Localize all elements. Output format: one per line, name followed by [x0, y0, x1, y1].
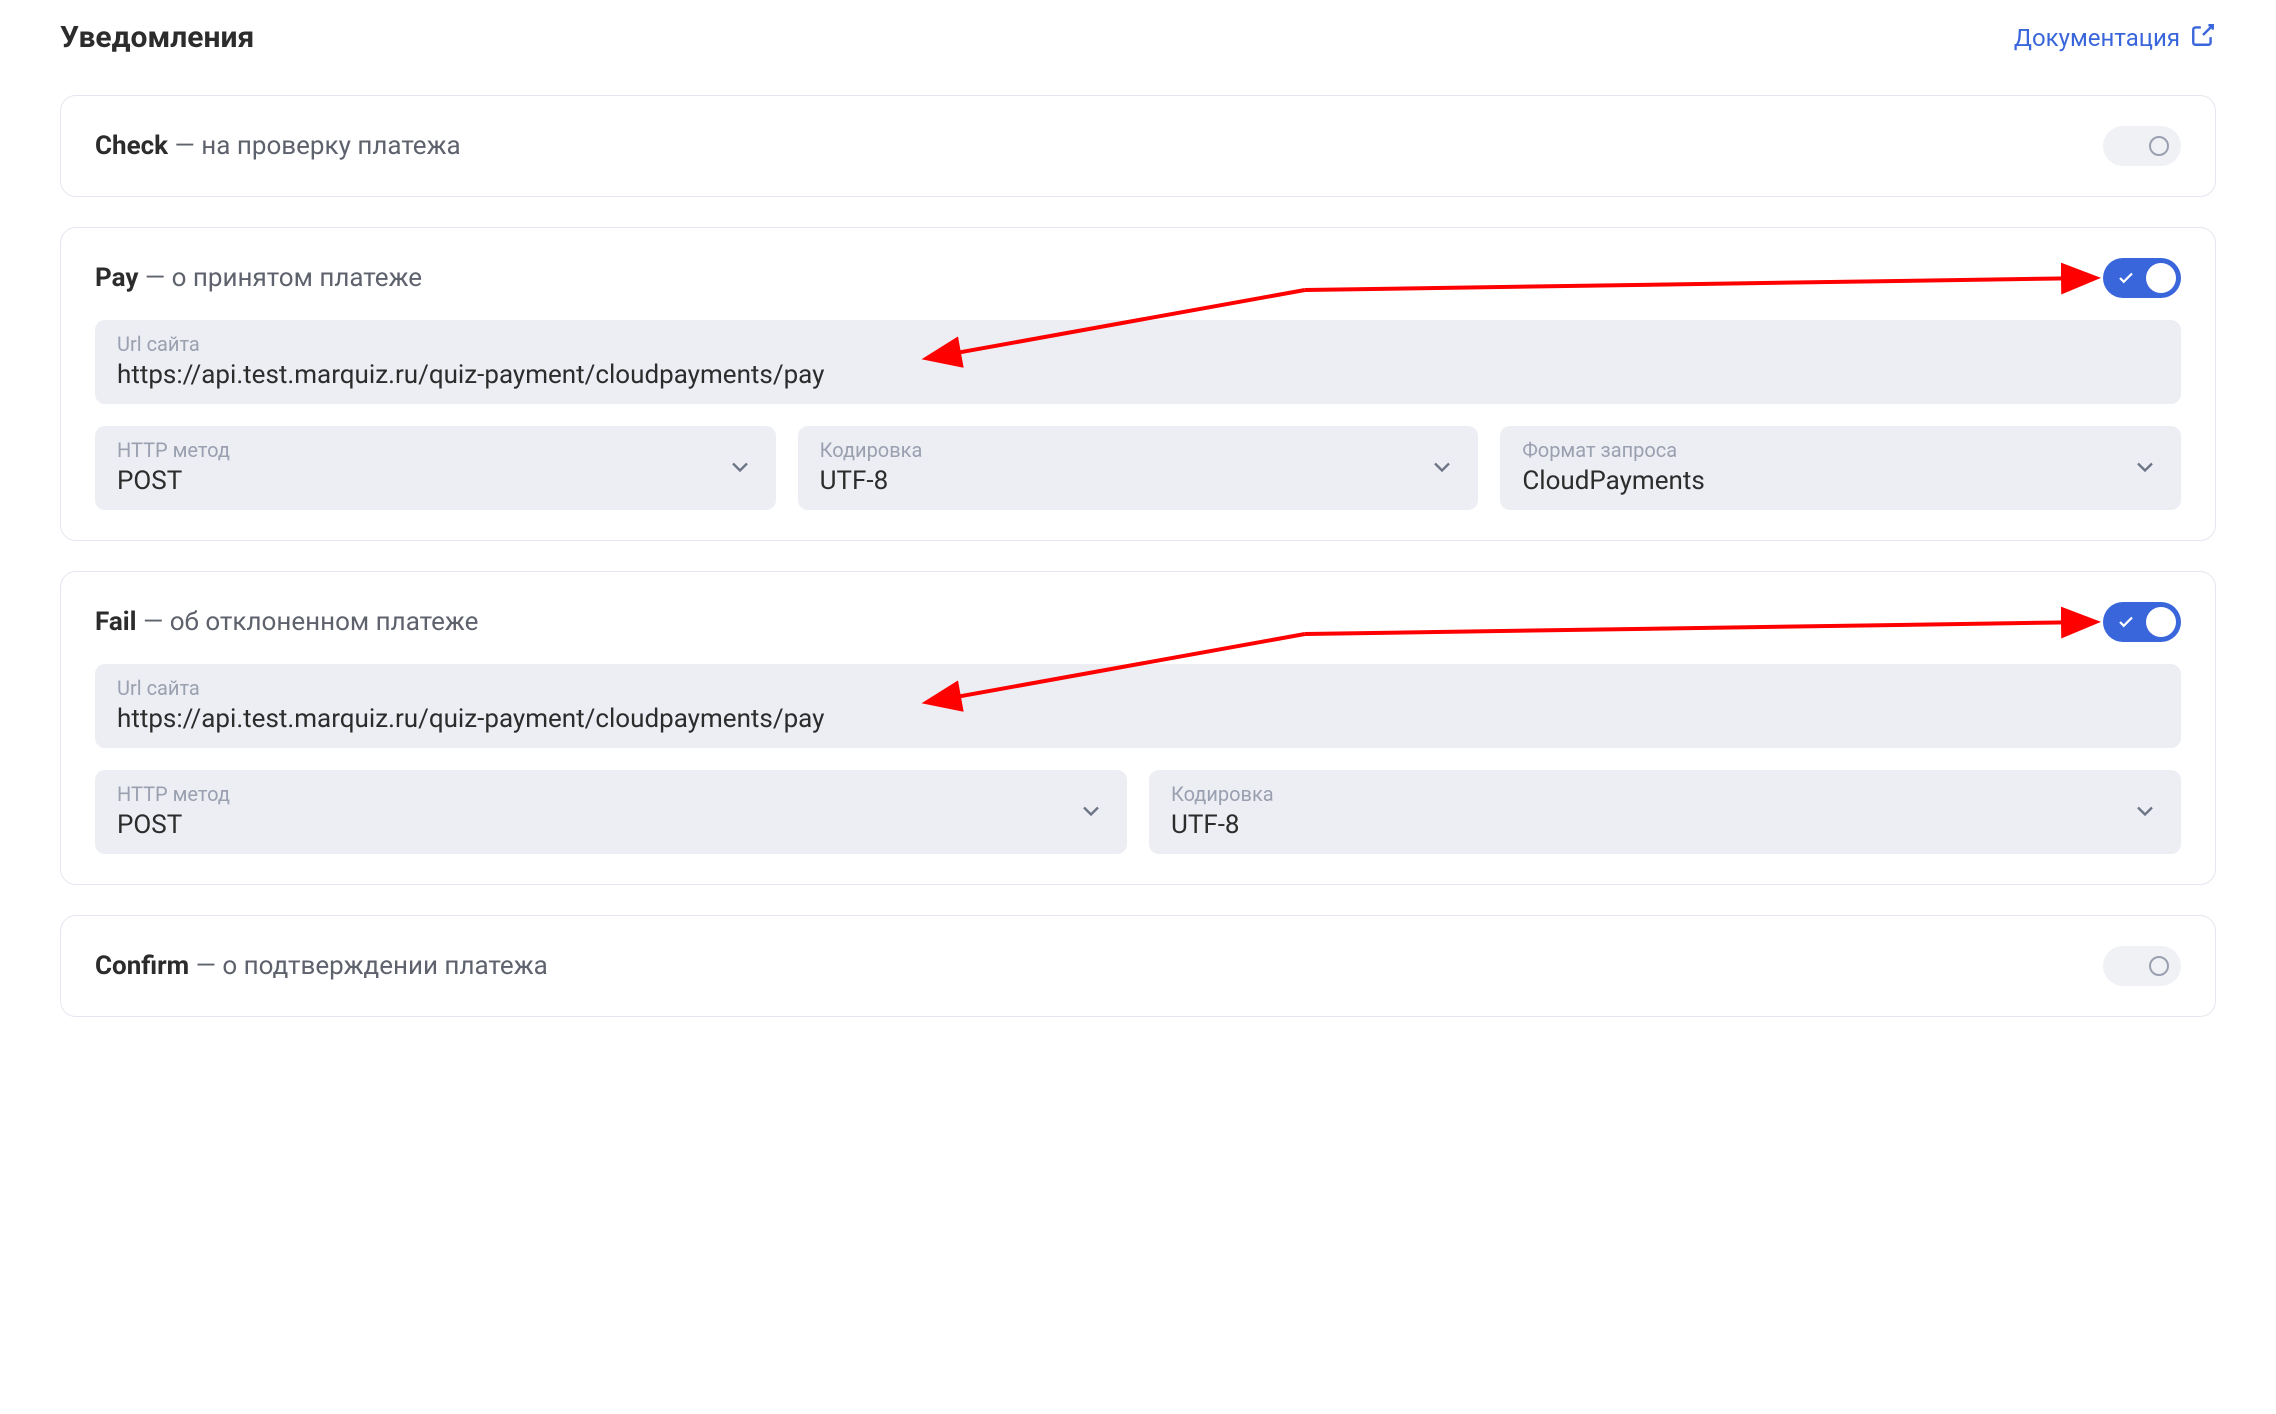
confirm-toggle[interactable] — [2103, 946, 2181, 986]
documentation-link-label: Документация — [2014, 24, 2180, 52]
fail-encoding-value: UTF-8 — [1171, 810, 2131, 840]
check-name: Check — [95, 131, 168, 161]
fail-toggle[interactable] — [2103, 602, 2181, 642]
confirm-card-title: Confirm — о подтверждении платежа — [95, 951, 548, 981]
pay-http-method-value: POST — [117, 466, 726, 496]
fail-url-label: Url сайта — [117, 676, 2159, 700]
check-card: Check — на проверку платежа — [60, 95, 2216, 197]
pay-desc: — о принятом платеже — [138, 263, 422, 293]
pay-name: Pay — [95, 263, 138, 293]
confirm-card-header: Confirm — о подтверждении платежа — [95, 946, 2181, 986]
confirm-desc: — о подтверждении платежа — [189, 951, 548, 981]
pay-encoding-value: UTF-8 — [820, 466, 1429, 496]
fail-card: Fail — об отклоненном платеже Url сайта … — [60, 571, 2216, 885]
fail-url-value: https://api.test.marquiz.ru/quiz-payment… — [117, 704, 2159, 734]
chevron-down-icon — [2131, 453, 2159, 481]
check-card-header: Check — на проверку платежа — [95, 126, 2181, 166]
external-link-icon — [2190, 22, 2216, 54]
pay-encoding-select[interactable]: Кодировка UTF-8 — [798, 426, 1479, 510]
chevron-down-icon — [2131, 797, 2159, 825]
confirm-card: Confirm — о подтверждении платежа — [60, 915, 2216, 1017]
check-toggle[interactable] — [2103, 126, 2181, 166]
toggle-knob — [2146, 263, 2176, 293]
pay-http-method-select[interactable]: HTTP метод POST — [95, 426, 776, 510]
page-title: Уведомления — [60, 20, 254, 55]
pay-request-format-label: Формат запроса — [1522, 438, 2131, 462]
check-icon — [2117, 269, 2135, 287]
page-header: Уведомления Документация — [60, 20, 2216, 55]
check-icon — [2117, 613, 2135, 631]
pay-http-method-label: HTTP метод — [117, 438, 726, 462]
fail-encoding-select[interactable]: Кодировка UTF-8 — [1149, 770, 2181, 854]
documentation-link[interactable]: Документация — [2014, 22, 2216, 54]
pay-request-format-value: CloudPayments — [1522, 466, 2131, 496]
pay-url-label: Url сайта — [117, 332, 2159, 356]
chevron-down-icon — [1428, 453, 1456, 481]
fail-url-field[interactable]: Url сайта https://api.test.marquiz.ru/qu… — [95, 664, 2181, 748]
fail-encoding-label: Кодировка — [1171, 782, 2131, 806]
chevron-down-icon — [726, 453, 754, 481]
fail-desc: — об отклоненном платеже — [137, 607, 479, 637]
pay-toggle[interactable] — [2103, 258, 2181, 298]
pay-card: Pay — о принятом платеже Url сайта https… — [60, 227, 2216, 541]
pay-request-format-select[interactable]: Формат запроса CloudPayments — [1500, 426, 2181, 510]
fail-card-header: Fail — об отклоненном платеже — [95, 602, 2181, 642]
pay-card-title: Pay — о принятом платеже — [95, 263, 422, 293]
pay-card-header: Pay — о принятом платеже — [95, 258, 2181, 298]
confirm-name: Confirm — [95, 951, 189, 981]
fail-http-method-select[interactable]: HTTP метод POST — [95, 770, 1127, 854]
check-card-title: Check — на проверку платежа — [95, 131, 461, 161]
fail-name: Fail — [95, 607, 137, 637]
toggle-knob — [2146, 607, 2176, 637]
check-desc: — на проверку платежа — [168, 131, 461, 161]
pay-options-row: HTTP метод POST Кодировка UTF-8 Формат з… — [95, 426, 2181, 510]
fail-http-method-label: HTTP метод — [117, 782, 1077, 806]
pay-url-field[interactable]: Url сайта https://api.test.marquiz.ru/qu… — [95, 320, 2181, 404]
pay-url-value: https://api.test.marquiz.ru/quiz-payment… — [117, 360, 2159, 390]
chevron-down-icon — [1077, 797, 1105, 825]
fail-card-title: Fail — об отклоненном платеже — [95, 607, 478, 637]
fail-http-method-value: POST — [117, 810, 1077, 840]
fail-options-row: HTTP метод POST Кодировка UTF-8 — [95, 770, 2181, 854]
pay-encoding-label: Кодировка — [820, 438, 1429, 462]
